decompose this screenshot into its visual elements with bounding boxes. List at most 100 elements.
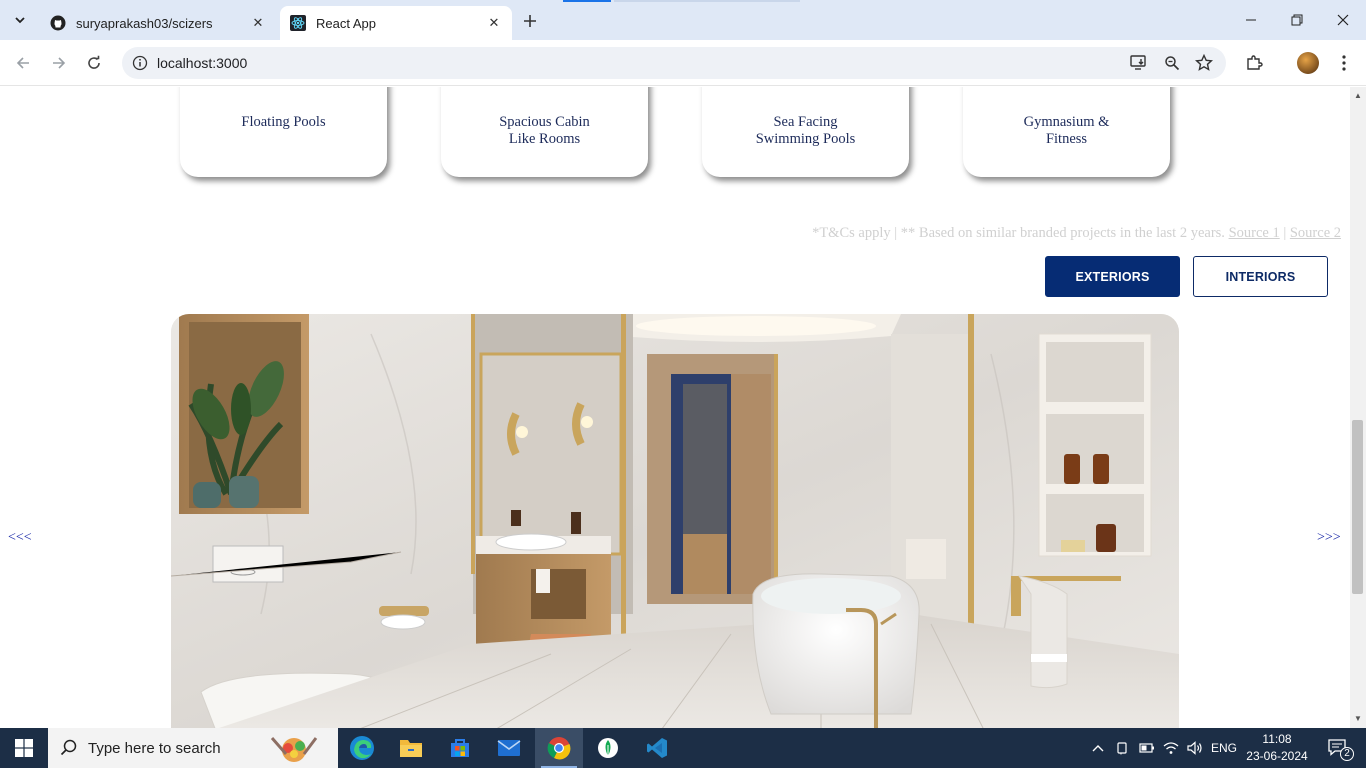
amenity-label-line: Floating Pools xyxy=(241,114,326,130)
puzzle-icon xyxy=(1247,55,1263,70)
minimize-button[interactable] xyxy=(1228,0,1274,40)
extensions-button[interactable] xyxy=(1240,49,1268,77)
carousel-next-button[interactable]: >>> xyxy=(1317,530,1341,546)
zoom-icon[interactable] xyxy=(1162,53,1182,73)
close-window-button[interactable] xyxy=(1320,0,1366,40)
amenity-label: Spacious Cabin Like Rooms xyxy=(441,114,648,148)
address-bar[interactable]: localhost:3000 xyxy=(122,47,1226,79)
reload-icon xyxy=(88,55,100,69)
url-text[interactable]: localhost:3000 xyxy=(157,55,247,71)
carousel-slide-image xyxy=(171,314,1179,728)
close-tab-icon[interactable]: ✕ xyxy=(486,15,502,31)
taskbar-search-box[interactable]: Type here to search xyxy=(48,728,338,768)
battery-icon[interactable] xyxy=(1136,728,1158,768)
taskbar-mail[interactable] xyxy=(485,728,533,768)
chevron-up-icon xyxy=(1092,745,1104,752)
scroll-up-arrow-icon[interactable]: ▲ xyxy=(1353,91,1363,101)
reload-button[interactable] xyxy=(79,48,109,78)
amenity-label-line: Sea Facing xyxy=(773,114,838,130)
amenity-label: Floating Pools xyxy=(180,114,387,131)
wifi-icon[interactable] xyxy=(1160,728,1182,768)
terms-text: *T&Cs apply | ** Based on similar brande… xyxy=(812,225,1225,241)
scroll-down-arrow-icon[interactable]: ▼ xyxy=(1353,714,1363,724)
forward-button[interactable] xyxy=(44,48,74,78)
amenity-label-line: Spacious Cabin xyxy=(499,114,590,130)
arrow-right-icon xyxy=(53,57,66,69)
arrow-left-icon xyxy=(16,57,29,69)
amenity-card-sea-facing-pools[interactable]: Sea Facing Swimming Pools xyxy=(702,87,909,177)
interiors-button[interactable]: INTERIORS xyxy=(1193,256,1328,297)
mail-icon xyxy=(497,740,521,756)
start-button[interactable] xyxy=(0,728,48,768)
windows-taskbar: Type here to search ENG 11:08 23-06-2024… xyxy=(0,728,1366,768)
volume-icon[interactable] xyxy=(1184,728,1206,768)
amenity-label: Sea Facing Swimming Pools xyxy=(702,114,909,148)
back-button[interactable] xyxy=(8,48,38,78)
notification-count-badge: 2 xyxy=(1340,747,1354,761)
amenity-card-floating-pools[interactable]: Floating Pools xyxy=(180,87,387,177)
scrollbar-thumb[interactable] xyxy=(1352,420,1363,594)
plus-icon xyxy=(524,15,536,27)
edge-icon xyxy=(350,736,374,760)
amenity-label-line: Fitness xyxy=(1045,131,1088,147)
show-hidden-icons-button[interactable] xyxy=(1086,728,1110,768)
minimize-icon xyxy=(1246,19,1256,21)
amenity-card-cabin-rooms[interactable]: Spacious Cabin Like Rooms xyxy=(441,87,648,177)
site-info-icon[interactable] xyxy=(130,53,150,73)
page-scrollbar[interactable]: ▲ ▼ xyxy=(1350,87,1366,728)
search-highlight-illustration-icon xyxy=(270,737,318,762)
browser-tab-strip: suryaprakash03/scizers ✕ React App ✕ xyxy=(0,0,1366,40)
amenity-label-line: Gymnasium & xyxy=(1023,114,1110,130)
taskbar-file-explorer[interactable] xyxy=(387,728,435,768)
close-icon xyxy=(1337,14,1349,26)
search-icon xyxy=(60,739,77,756)
taskbar-mongodb[interactable] xyxy=(584,728,632,768)
restore-button[interactable] xyxy=(1274,0,1320,40)
taskbar-search-placeholder[interactable]: Type here to search xyxy=(88,740,221,757)
amenity-card-gymnasium[interactable]: Gymnasium & Fitness xyxy=(963,87,1170,177)
taskbar-chrome[interactable] xyxy=(535,728,583,768)
taskbar-store[interactable] xyxy=(436,728,484,768)
mongodb-leaf-icon xyxy=(598,738,618,758)
exteriors-button[interactable]: EXTERIORS xyxy=(1045,256,1180,297)
close-tab-icon[interactable]: ✕ xyxy=(250,15,266,31)
avatar xyxy=(1297,52,1319,74)
more-vertical-icon xyxy=(1342,55,1346,71)
install-app-icon[interactable] xyxy=(1129,53,1149,73)
github-icon xyxy=(50,15,66,31)
store-icon xyxy=(451,739,469,757)
taskbar-vscode[interactable] xyxy=(633,728,681,768)
bathroom-interior-illustration xyxy=(171,314,1179,728)
notification-center-button[interactable]: 2 xyxy=(1318,728,1358,768)
tab-title: suryaprakash03/scizers xyxy=(76,15,213,31)
terms-separator: | xyxy=(1283,225,1287,241)
page-viewport: Floating Pools Spacious Cabin Like Rooms… xyxy=(0,87,1350,728)
clock-date: 23-06-2024 xyxy=(1246,749,1308,763)
amenity-label: Gymnasium & Fitness xyxy=(963,114,1170,148)
tab-search-button[interactable] xyxy=(8,8,32,32)
source-1-link[interactable]: Source 1 xyxy=(1229,225,1280,241)
folder-icon xyxy=(400,740,422,757)
windows-logo-icon xyxy=(15,739,33,757)
tab-react-app[interactable]: React App ✕ xyxy=(280,6,512,40)
source-2-link[interactable]: Source 2 xyxy=(1290,225,1341,241)
new-tab-button[interactable] xyxy=(518,9,542,33)
bookmark-star-icon[interactable] xyxy=(1194,53,1214,73)
vscode-icon xyxy=(647,738,667,758)
profile-button[interactable] xyxy=(1294,49,1322,77)
meet-now-icon[interactable] xyxy=(1112,728,1134,768)
restore-icon xyxy=(1291,14,1303,26)
chrome-icon xyxy=(547,737,571,760)
chevron-down-icon xyxy=(15,17,25,24)
terms-disclaimer: *T&Cs apply | ** Based on similar brande… xyxy=(812,225,1341,242)
system-clock[interactable]: 11:08 23-06-2024 xyxy=(1242,731,1312,765)
amenity-label-line: Like Rooms xyxy=(508,131,581,147)
tab-title: React App xyxy=(316,15,376,31)
taskbar-edge[interactable] xyxy=(338,728,386,768)
browser-menu-button[interactable] xyxy=(1330,49,1358,77)
clock-time: 11:08 xyxy=(1262,732,1292,746)
language-indicator[interactable]: ENG xyxy=(1208,728,1240,768)
tab-github[interactable]: suryaprakash03/scizers ✕ xyxy=(40,6,276,40)
tab-drag-indicator-secondary xyxy=(614,0,800,2)
carousel-prev-button[interactable]: <<< xyxy=(8,530,32,546)
